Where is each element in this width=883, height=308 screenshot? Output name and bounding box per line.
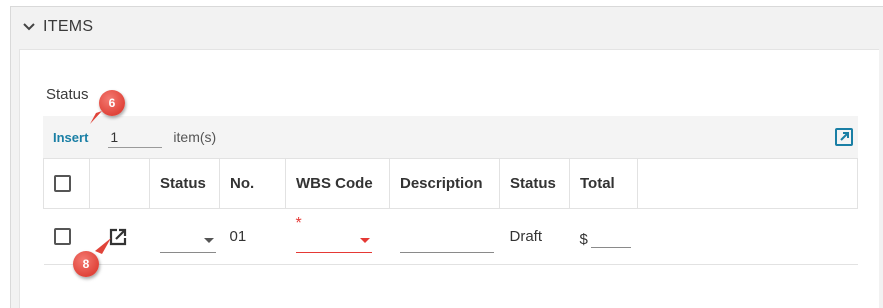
row-status-select-cell bbox=[149, 208, 220, 265]
row-number: 01 bbox=[219, 208, 286, 265]
row-description-cell bbox=[389, 208, 500, 265]
total-input[interactable] bbox=[590, 225, 631, 248]
items-panel: Status Insert item(s) Status No. bbox=[19, 49, 879, 308]
insert-link[interactable]: Insert bbox=[53, 130, 88, 145]
column-header-wbs-code[interactable]: WBS Code bbox=[285, 158, 390, 209]
row-wbs-cell: * bbox=[285, 208, 390, 265]
column-header-status-select[interactable]: Status bbox=[149, 158, 220, 209]
column-header-number[interactable]: No. bbox=[219, 158, 286, 209]
row-action-cell bbox=[89, 208, 150, 265]
row-status: Draft bbox=[499, 208, 570, 265]
select-all-checkbox[interactable] bbox=[54, 175, 71, 193]
wbs-code-select[interactable] bbox=[295, 229, 372, 253]
status-select[interactable] bbox=[159, 229, 216, 253]
column-header-status[interactable]: Status bbox=[499, 158, 570, 209]
insert-quantity-input[interactable] bbox=[108, 126, 163, 148]
column-header-description[interactable]: Description bbox=[389, 158, 500, 209]
items-toolbar: Insert item(s) bbox=[43, 116, 858, 158]
external-link-icon[interactable] bbox=[834, 127, 854, 147]
description-input[interactable] bbox=[399, 228, 494, 253]
dropdown-caret-icon bbox=[203, 237, 214, 243]
select-all-header bbox=[43, 158, 90, 209]
column-header-total[interactable]: Total bbox=[569, 158, 638, 209]
row-spacer-cell bbox=[637, 208, 858, 265]
callout-pointer bbox=[95, 238, 111, 254]
dropdown-caret-icon bbox=[359, 237, 370, 243]
chevron-down-icon[interactable] bbox=[21, 19, 37, 35]
section-title: ITEMS bbox=[43, 18, 94, 35]
section-header[interactable]: ITEMS bbox=[11, 7, 883, 47]
table-row: 01 * Draft $ bbox=[43, 208, 858, 265]
wbs-code-field: * bbox=[295, 215, 372, 253]
row-checkbox[interactable] bbox=[53, 228, 71, 246]
column-header-actions bbox=[89, 158, 150, 209]
column-header-spacer bbox=[637, 158, 858, 209]
items-unit-label: item(s) bbox=[173, 129, 217, 145]
callout-pointer bbox=[90, 111, 102, 124]
table-header-row: Status No. WBS Code Description Status T… bbox=[43, 158, 858, 209]
currency-symbol: $ bbox=[579, 230, 588, 248]
items-section: ITEMS Status Insert item(s) Status bbox=[10, 6, 883, 308]
items-table: Status No. WBS Code Description Status T… bbox=[43, 158, 858, 265]
row-total-cell: $ bbox=[569, 208, 638, 265]
status-label: Status bbox=[46, 86, 89, 103]
